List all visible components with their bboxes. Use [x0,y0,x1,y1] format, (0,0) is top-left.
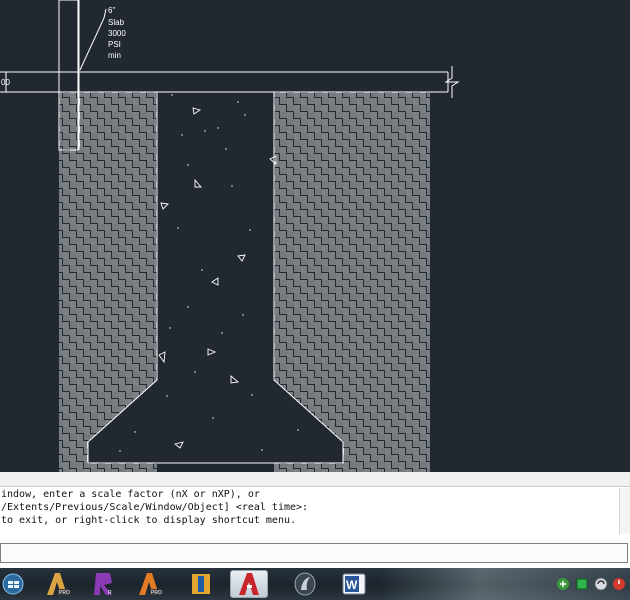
revit-badge-text: R [108,590,112,596]
taskbar-inventor-button[interactable] [182,570,220,598]
network-icon[interactable] [556,577,570,591]
pro-badge-text-2: PRO [151,590,162,596]
command-history-line-3: to exit, or right-click to display short… [1,515,297,526]
command-history-scrollbar[interactable] [619,488,630,534]
media-player-icon [294,572,316,596]
taskbar: PRO R PRO W [0,568,630,600]
power-icon[interactable] [612,577,626,591]
autocad-architecture-icon: PRO [47,573,70,596]
word-badge-text: W [346,578,358,592]
slab-break-symbol [444,66,460,98]
revit-icon: R [94,573,112,596]
command-input[interactable] [0,543,628,563]
pro-badge-text: PRO [59,590,70,596]
autocad-pro-icon: PRO [139,573,162,596]
slab-note-line-2: Slab [108,18,125,27]
taskbar-autocad-button-active[interactable] [230,570,268,598]
start-orb-icon [2,573,24,595]
taskbar-word-button[interactable]: W [336,570,374,598]
slab-note-leader-tail [103,8,107,19]
inventor-icon [192,574,210,594]
start-button[interactable] [0,570,32,598]
dimension-text: 00 [1,78,10,87]
command-history-line-1: indow, enter a scale factor (nX or nXP),… [1,489,260,500]
slab-note-line-3: 3000 [108,29,126,38]
drawing-canvas[interactable]: 6" Slab 3000 PSI min 00 [0,0,630,472]
slab-note-line-4: PSI [108,40,121,49]
command-line-titlebar [0,472,630,487]
green-status-icon[interactable] [575,577,589,591]
command-history-line-2: /Extents/Previous/Scale/Window/Object] <… [1,502,309,513]
sync-icon[interactable] [594,577,608,591]
taskbar-media-button[interactable] [286,570,324,598]
command-line-panel: indow, enter a scale factor (nX or nXP),… [0,472,630,568]
autocad-icon [239,573,259,595]
taskbar-autocad-pro-button[interactable]: PRO [130,570,168,598]
command-history: indow, enter a scale factor (nX or nXP),… [0,488,621,534]
slab-note-line-5: min [108,51,121,60]
taskbar-autocad-architecture-button[interactable]: PRO [38,570,76,598]
taskbar-wallpaper-haze [380,568,630,600]
cad-drawing[interactable]: 6" Slab 3000 PSI min 00 [0,0,630,472]
slab-note-leader [79,17,105,71]
word-icon: W [342,573,366,595]
taskbar-revit-button[interactable]: R [84,570,122,598]
slab-note-line-1: 6" [108,6,115,15]
